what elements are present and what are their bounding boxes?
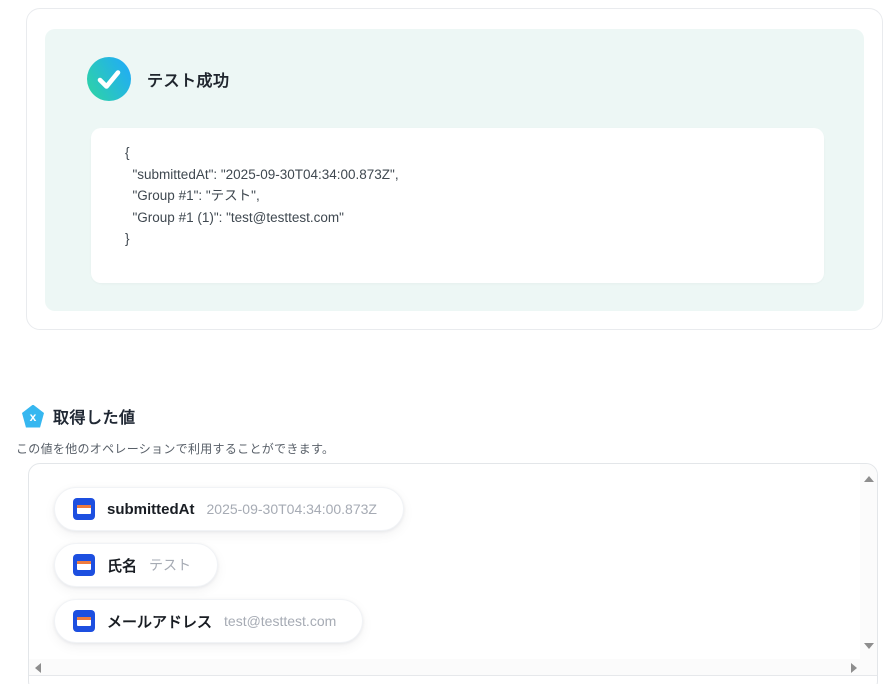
form-field-icon (73, 610, 95, 632)
variable-pentagon-icon: x (22, 404, 44, 428)
result-json-text: { "submittedAt": "2025-09-30T04:34:00.87… (125, 145, 399, 246)
success-title: テスト成功 (147, 73, 230, 90)
value-pill-submittedat[interactable]: submittedAt 2025-09-30T04:34:00.873Z (54, 487, 404, 531)
pill-label: submittedAt (107, 500, 195, 518)
value-pill-name[interactable]: 氏名 テスト (54, 543, 219, 587)
scroll-left-arrow-icon[interactable] (35, 662, 41, 673)
scroll-down-arrow-icon[interactable] (863, 643, 874, 649)
pill-value: 2025-09-30T04:34:00.873Z (206, 501, 377, 517)
scroll-right-arrow-icon[interactable] (851, 662, 857, 673)
pill-label: 氏名 (107, 557, 138, 575)
scroll-up-arrow-icon[interactable] (863, 476, 874, 482)
success-check-icon (87, 57, 131, 101)
horizontal-scrollbar[interactable] (29, 659, 877, 675)
vertical-scrollbar[interactable] (860, 464, 877, 659)
test-result-card: テスト成功 { "submittedAt": "2025-09-30T04:34… (26, 8, 883, 330)
result-json-box: { "submittedAt": "2025-09-30T04:34:00.87… (91, 128, 824, 283)
form-field-icon (73, 498, 95, 520)
pill-label: メールアドレス (107, 613, 213, 631)
retrieved-values-description: この値を他のオペレーションで利用することができます。 (16, 442, 335, 456)
pentagon-icon-letter: x (29, 410, 37, 424)
retrieved-values-panel: submittedAt 2025-09-30T04:34:00.873Z 氏名 … (28, 463, 878, 684)
values-scroll-viewport[interactable]: submittedAt 2025-09-30T04:34:00.873Z 氏名 … (29, 464, 877, 676)
value-pill-email[interactable]: メールアドレス test@testtest.com (54, 599, 364, 643)
pill-value: テスト (149, 557, 192, 573)
form-field-icon (73, 554, 95, 576)
retrieved-values-title: 取得した値 (53, 410, 136, 427)
page: テスト成功 { "submittedAt": "2025-09-30T04:34… (0, 0, 896, 684)
success-header-row: テスト成功 (87, 57, 822, 101)
check-icon (97, 70, 121, 89)
success-panel: テスト成功 { "submittedAt": "2025-09-30T04:34… (45, 29, 864, 311)
value-pill-list: submittedAt 2025-09-30T04:34:00.873Z 氏名 … (29, 464, 877, 643)
pill-value: test@testtest.com (224, 613, 337, 629)
retrieved-values-header: x 取得した値 (22, 404, 136, 428)
